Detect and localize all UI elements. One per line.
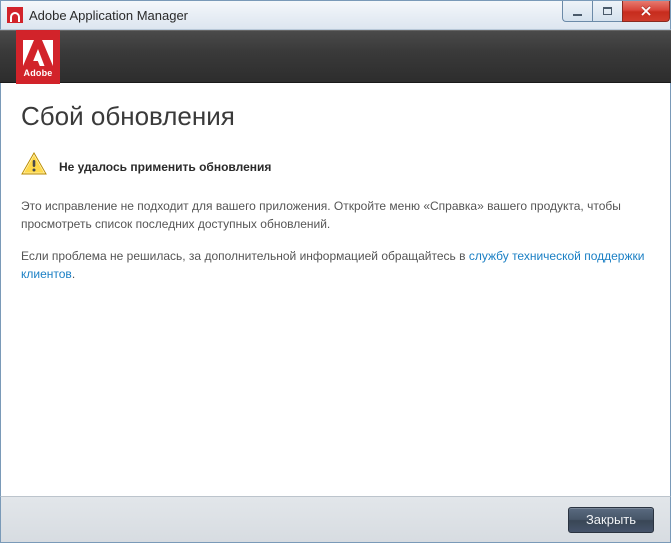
window-controls (562, 1, 670, 22)
maximize-icon (603, 7, 612, 15)
page-title: Сбой обновления (21, 101, 650, 132)
alert-heading: Не удалось применить обновления (59, 160, 271, 174)
titlebar: Adobe Application Manager (0, 0, 671, 30)
close-button[interactable]: Закрыть (568, 507, 654, 533)
header-strip: Adobe (0, 30, 671, 83)
footer: Закрыть (0, 496, 671, 543)
paragraph-2-prefix: Если проблема не решилась, за дополнител… (21, 249, 469, 263)
paragraph-2-suffix: . (72, 267, 75, 281)
warning-icon (21, 152, 47, 181)
paragraph-2: Если проблема не решилась, за дополнител… (21, 247, 650, 283)
adobe-a-icon (23, 40, 53, 66)
maximize-button[interactable] (592, 1, 622, 22)
window-title: Adobe Application Manager (29, 8, 188, 23)
window-close-button[interactable] (622, 1, 670, 22)
paragraph-1: Это исправление не подходит для вашего п… (21, 197, 650, 233)
adobe-logo: Adobe (16, 30, 60, 84)
minimize-icon (573, 14, 582, 16)
alert-row: Не удалось применить обновления (21, 152, 650, 181)
app-icon (7, 7, 23, 23)
minimize-button[interactable] (562, 1, 592, 22)
close-icon (640, 6, 652, 16)
adobe-logo-text: Adobe (24, 68, 53, 78)
content-area: Сбой обновления Не удалось применить обн… (0, 83, 671, 496)
